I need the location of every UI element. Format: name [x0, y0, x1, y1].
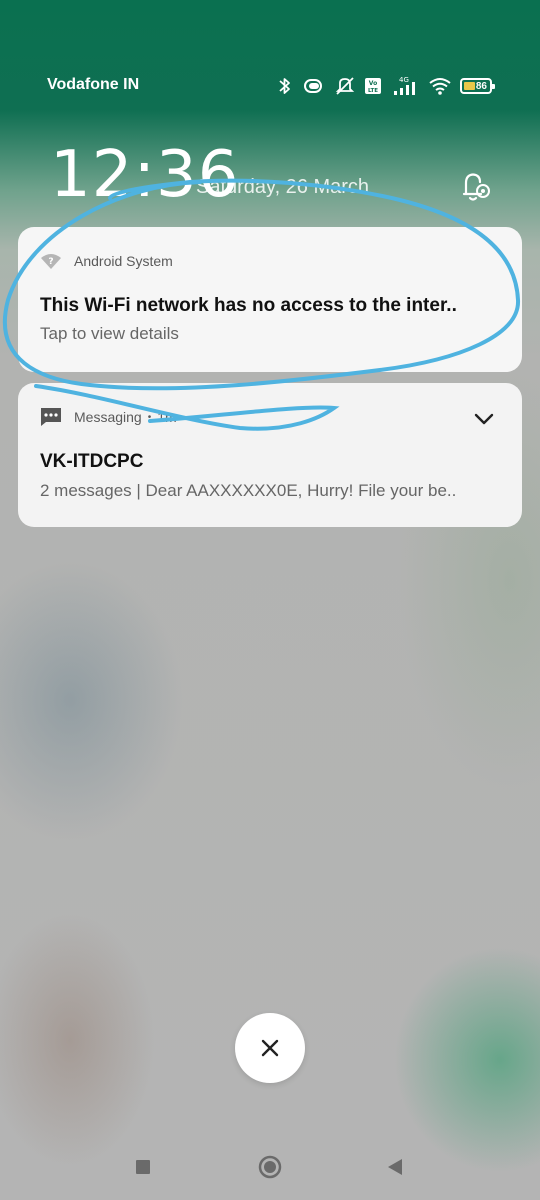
home-icon[interactable]: [257, 1154, 283, 1180]
carrier-name: Vodafone IN: [47, 76, 140, 93]
svg-text:Vo: Vo: [369, 80, 377, 87]
status-icons: Vo LTE 4G 86: [278, 74, 495, 98]
bluetooth-icon: [279, 78, 290, 94]
dismiss-all-button[interactable]: [235, 1013, 305, 1083]
wifi-question-icon: ?: [40, 250, 62, 272]
wifi-icon: [429, 78, 451, 95]
status-bar: Vodafone IN Vo LTE 4G 86: [0, 70, 540, 102]
notification-app-name: Android System: [74, 253, 173, 269]
battery-level: 86: [475, 80, 487, 92]
vibrate-ring-icon: [304, 79, 322, 93]
recents-icon[interactable]: [130, 1154, 156, 1180]
back-icon[interactable]: [382, 1154, 408, 1180]
svg-text:?: ?: [48, 257, 53, 267]
notification-text: 2 messages | Dear AAXXXXXX0E, Hurry! Fil…: [40, 481, 457, 500]
svg-text:4G: 4G: [399, 76, 409, 84]
notification-wifi[interactable]: ? Android System This Wi-Fi network has …: [18, 227, 522, 372]
notification-time: 1m: [157, 409, 177, 425]
notification-text: Tap to view details: [40, 324, 179, 343]
volte-icon: Vo LTE: [365, 78, 381, 94]
notification-messaging[interactable]: Messaging • 1m VK-ITDCPC 2 messages | De…: [18, 383, 522, 527]
navigation-bar: [0, 1134, 540, 1200]
notification-app-name: Messaging: [74, 409, 142, 425]
notification-title: VK-ITDCPC: [40, 451, 144, 472]
lockscreen-clock: 12:36: [50, 138, 240, 212]
notification-header: Messaging • 1m: [40, 407, 177, 427]
battery-icon: 86: [460, 78, 495, 94]
close-icon: [261, 1039, 279, 1057]
signal-icon: 4G: [394, 76, 415, 95]
svg-text:LTE: LTE: [368, 88, 378, 94]
mute-icon: [335, 77, 355, 95]
lockscreen-date: Saturday, 26 March: [196, 176, 370, 198]
notification-separator: •: [147, 411, 152, 423]
notification-header: ? Android System: [40, 251, 173, 271]
notification-title: This Wi-Fi network has no access to the …: [40, 295, 457, 316]
notification-settings-icon[interactable]: [456, 166, 496, 206]
message-icon: [40, 406, 62, 428]
chevron-down-icon[interactable]: [472, 407, 496, 431]
